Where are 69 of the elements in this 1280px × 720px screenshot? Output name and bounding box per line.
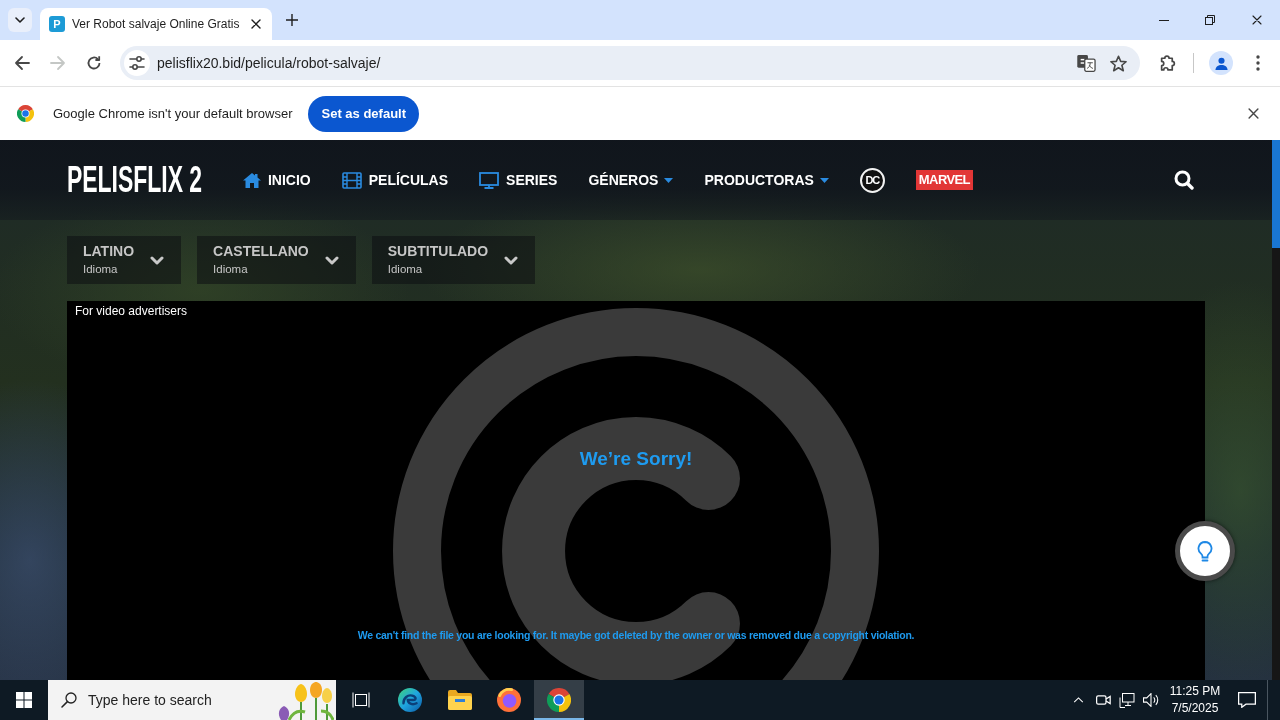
camera-icon[interactable]	[1095, 694, 1111, 706]
translate-icon[interactable]	[1077, 54, 1096, 72]
notification-icon[interactable]	[1238, 692, 1256, 708]
clock-time[interactable]: 11:25 PM	[1169, 683, 1221, 700]
tab-title: Ver Robot salvaje Online Gratis	[72, 17, 241, 31]
nav-link[interactable]: INICIO	[242, 172, 311, 188]
lightbulb-icon	[1197, 540, 1213, 562]
browser-tab[interactable]: P Ver Robot salvaje Online Gratis	[40, 8, 272, 40]
language-dropdown[interactable]: CASTELLANO Idioma	[197, 236, 356, 284]
infobar-message: Google Chrome isn't your default browser	[53, 106, 293, 121]
browser-logo-icon	[546, 688, 571, 712]
site-favicon: P	[49, 16, 65, 32]
address-text[interactable]: pelisflix20.bid/pelicula/robot-salvaje/	[157, 55, 381, 71]
close-icon[interactable]	[1248, 108, 1259, 119]
flowers-icon	[276, 682, 334, 720]
film-icon	[341, 171, 362, 189]
task-view-icon	[351, 692, 370, 708]
scrollbar-thumb[interactable]	[1272, 140, 1280, 248]
flame-logo-icon	[497, 688, 522, 712]
puzzle-icon[interactable]	[1159, 54, 1177, 72]
chevron-down-icon	[15, 17, 25, 23]
windows-logo-icon[interactable]	[16, 692, 32, 708]
caret-icon	[819, 177, 829, 183]
nav-link[interactable]: SERIES	[479, 171, 558, 189]
studio-logo[interactable]: MARVEL	[915, 170, 973, 190]
caret-icon	[664, 177, 674, 183]
language-dropdown[interactable]: SUBTITULADO Idioma	[371, 236, 536, 284]
profile-button[interactable]	[1209, 51, 1233, 75]
ad-label[interactable]: For video advertisers	[75, 303, 188, 319]
error-message: We can't find the file you are looking for. It maybe got deleted by the owner or was removed due a copyright violation.	[357, 628, 915, 642]
error-title: We’re Sorry!	[579, 447, 693, 471]
person-icon	[1214, 56, 1228, 70]
chevron-down-icon	[150, 255, 165, 265]
chevron-down-icon	[504, 255, 519, 265]
search-icon[interactable]	[1174, 170, 1194, 190]
minimize-icon[interactable]	[1159, 19, 1169, 21]
taskbar-button[interactable]	[534, 680, 584, 720]
site-info-button[interactable]	[124, 50, 150, 76]
restore-icon[interactable]	[1205, 15, 1215, 25]
house-icon	[242, 172, 261, 188]
studio-logo[interactable]: DC	[859, 167, 885, 193]
menu-icon[interactable]	[1256, 55, 1260, 71]
site-logo[interactable]: PELISFLIX 2	[67, 164, 203, 196]
reload-icon[interactable]	[86, 55, 102, 71]
star-icon[interactable]	[1110, 54, 1127, 72]
tab-search-button[interactable]	[8, 8, 32, 32]
network-icon[interactable]	[1119, 692, 1135, 708]
language-dropdown[interactable]: LATINO Idioma	[67, 236, 182, 284]
chevron-up-icon[interactable]	[1073, 697, 1084, 703]
swirl-logo-icon	[398, 688, 423, 712]
taskbar-search-field[interactable]: Type here to search	[48, 680, 336, 720]
close-icon[interactable]	[1251, 15, 1262, 25]
back-icon[interactable]	[14, 55, 30, 71]
chevron-down-icon	[324, 255, 339, 265]
new-tab-icon[interactable]	[286, 14, 298, 26]
browser-logo-icon	[17, 105, 34, 122]
close-icon[interactable]	[251, 19, 261, 29]
search-icon	[61, 692, 77, 708]
nav-dropdown[interactable]: PRODUCTORAS	[704, 172, 829, 188]
nav-link[interactable]: PELÍCULAS	[341, 171, 449, 189]
set-default-button[interactable]: Set as default	[308, 95, 419, 132]
volume-icon[interactable]	[1143, 693, 1159, 707]
clock-date[interactable]: 7/5/2025	[1171, 700, 1219, 717]
monitor-icon	[479, 171, 500, 189]
folder-icon	[447, 690, 472, 710]
address-bar[interactable]: pelisflix20.bid/pelicula/robot-salvaje/	[120, 46, 1140, 80]
nav-dropdown[interactable]: GÉNEROS	[588, 172, 674, 188]
tune-icon	[129, 56, 145, 70]
lightbulb-button[interactable]	[1175, 521, 1235, 581]
